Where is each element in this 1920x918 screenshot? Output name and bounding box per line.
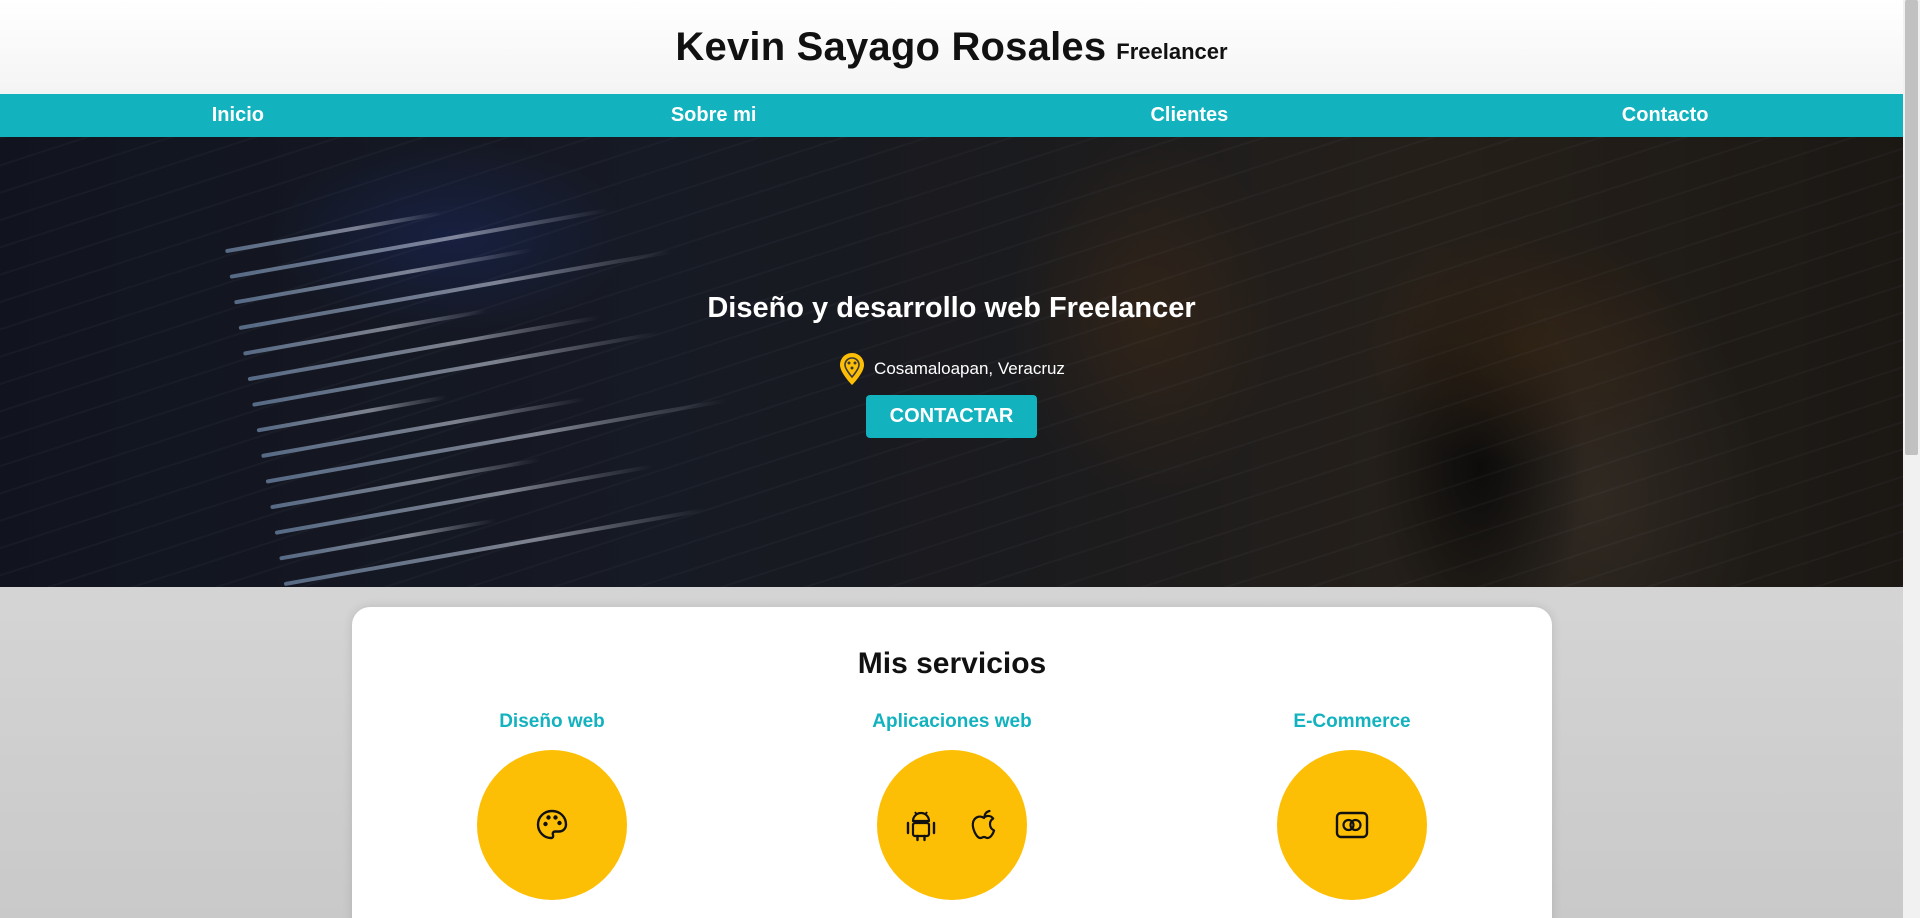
services-title: Mis servicios	[857, 647, 1047, 680]
service-title: E-Commerce	[1293, 711, 1411, 732]
service-card-e-commerce: E-Commerce	[1152, 711, 1552, 900]
service-icon-circle	[877, 750, 1027, 900]
nav-link-clientes[interactable]: Clientes	[952, 94, 1428, 137]
credit-card-icon	[1335, 811, 1369, 839]
nav-link-inicio[interactable]: Inicio	[0, 94, 476, 137]
main-nav: Inicio Sobre mi Clientes Contacto	[0, 94, 1903, 137]
hero-content: Diseño y desarrollo web Freelancer Cosam…	[0, 292, 1903, 438]
services-list: Diseño web Aplicaciones web E-Commerce	[352, 711, 1552, 900]
apple-icon	[971, 809, 996, 840]
hero-title: Diseño y desarrollo web Freelancer	[707, 292, 1196, 324]
site-title: Kevin Sayago Rosales	[675, 24, 1107, 69]
service-card-aplicaciones-web: Aplicaciones web	[752, 711, 1152, 900]
page: Kevin Sayago Rosales Freelancer Inicio S…	[0, 0, 1903, 918]
map-pin-icon	[840, 353, 865, 385]
palette-icon	[536, 809, 568, 840]
nav-link-sobre-mi[interactable]: Sobre mi	[476, 94, 952, 137]
vertical-scrollbar[interactable]	[1903, 0, 1920, 918]
service-icon-circle	[477, 750, 627, 900]
site-header: Kevin Sayago Rosales Freelancer	[0, 0, 1903, 94]
nav-link-contacto[interactable]: Contacto	[1427, 94, 1903, 137]
location: Cosamaloapan, Veracruz	[838, 351, 1065, 387]
location-text: Cosamaloapan, Veracruz	[874, 359, 1065, 378]
contactar-button[interactable]: CONTACTAR	[866, 395, 1037, 438]
scrollbar-thumb[interactable]	[1905, 0, 1918, 455]
service-title: Diseño web	[499, 711, 605, 732]
android-icon	[906, 811, 936, 842]
services-section: Mis servicios Diseño web Aplicaciones we…	[352, 607, 1552, 918]
service-card-diseno-web: Diseño web	[352, 711, 752, 900]
service-icon-circle	[1277, 750, 1427, 900]
hero-section: Diseño y desarrollo web Freelancer Cosam…	[0, 137, 1903, 587]
service-title: Aplicaciones web	[872, 711, 1032, 732]
site-subtitle: Freelancer	[1116, 39, 1228, 64]
